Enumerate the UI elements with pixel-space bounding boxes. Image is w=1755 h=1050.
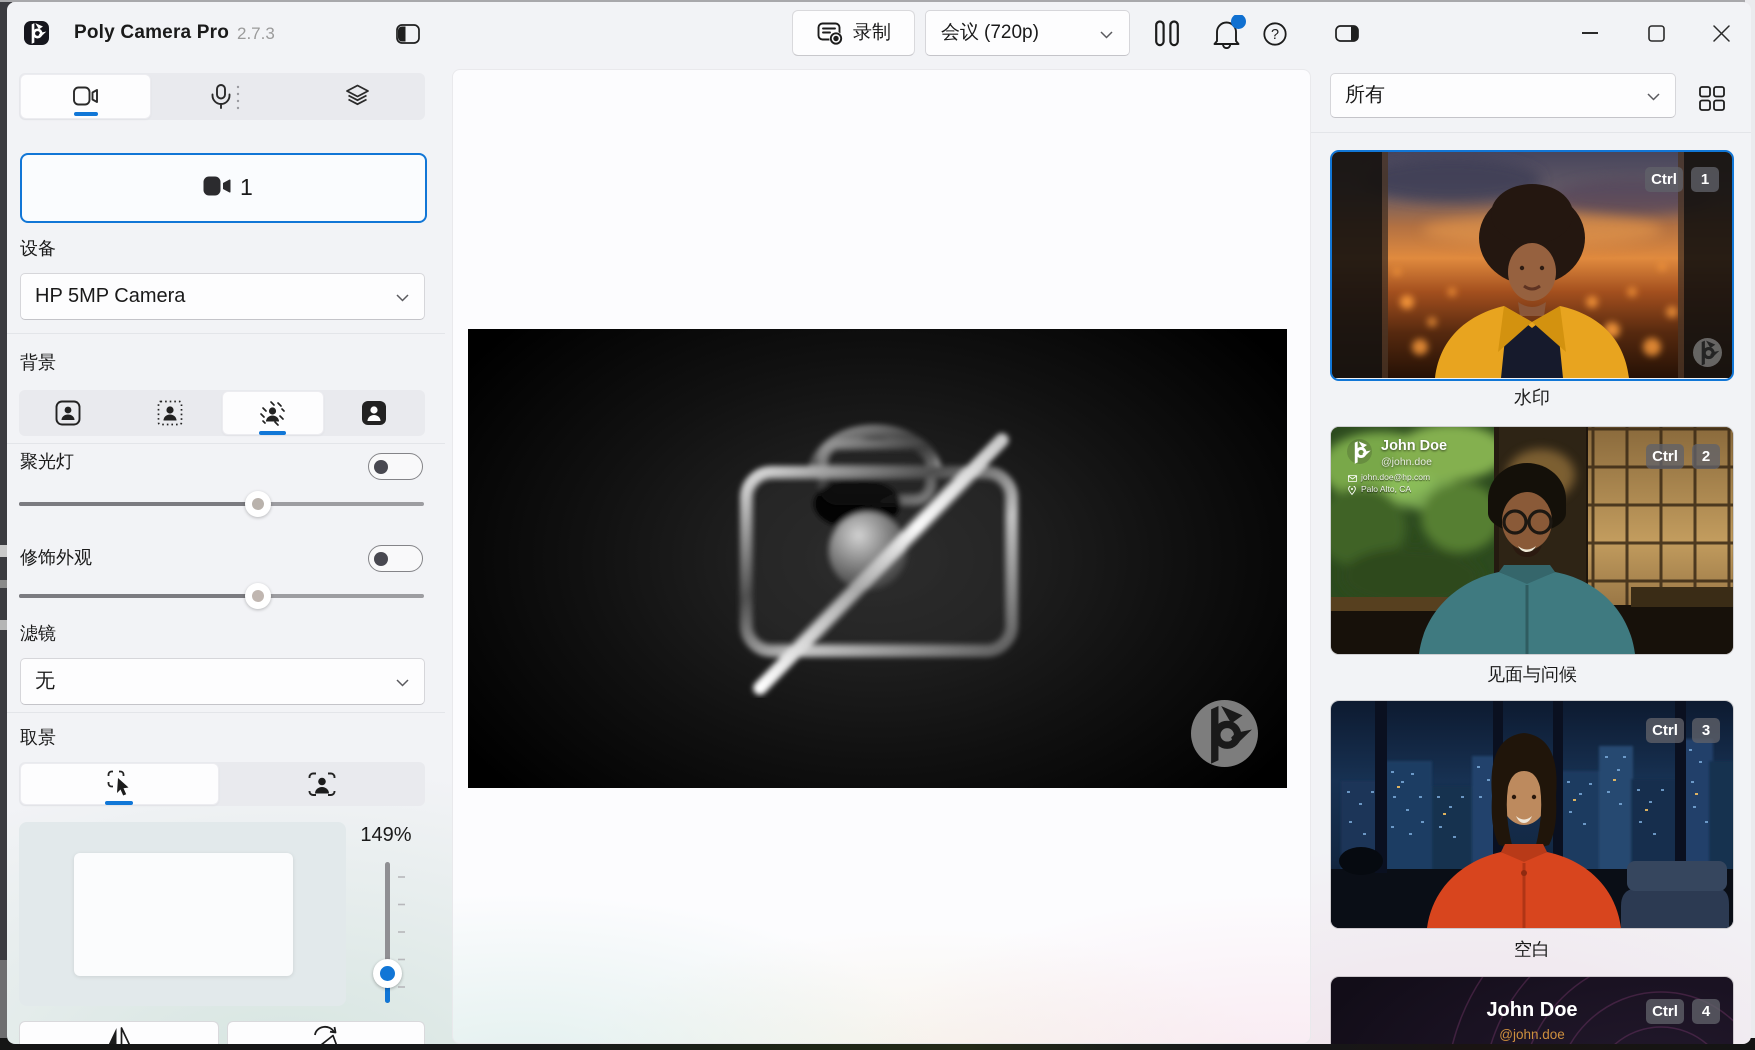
svg-text:?: ? xyxy=(1271,27,1279,43)
